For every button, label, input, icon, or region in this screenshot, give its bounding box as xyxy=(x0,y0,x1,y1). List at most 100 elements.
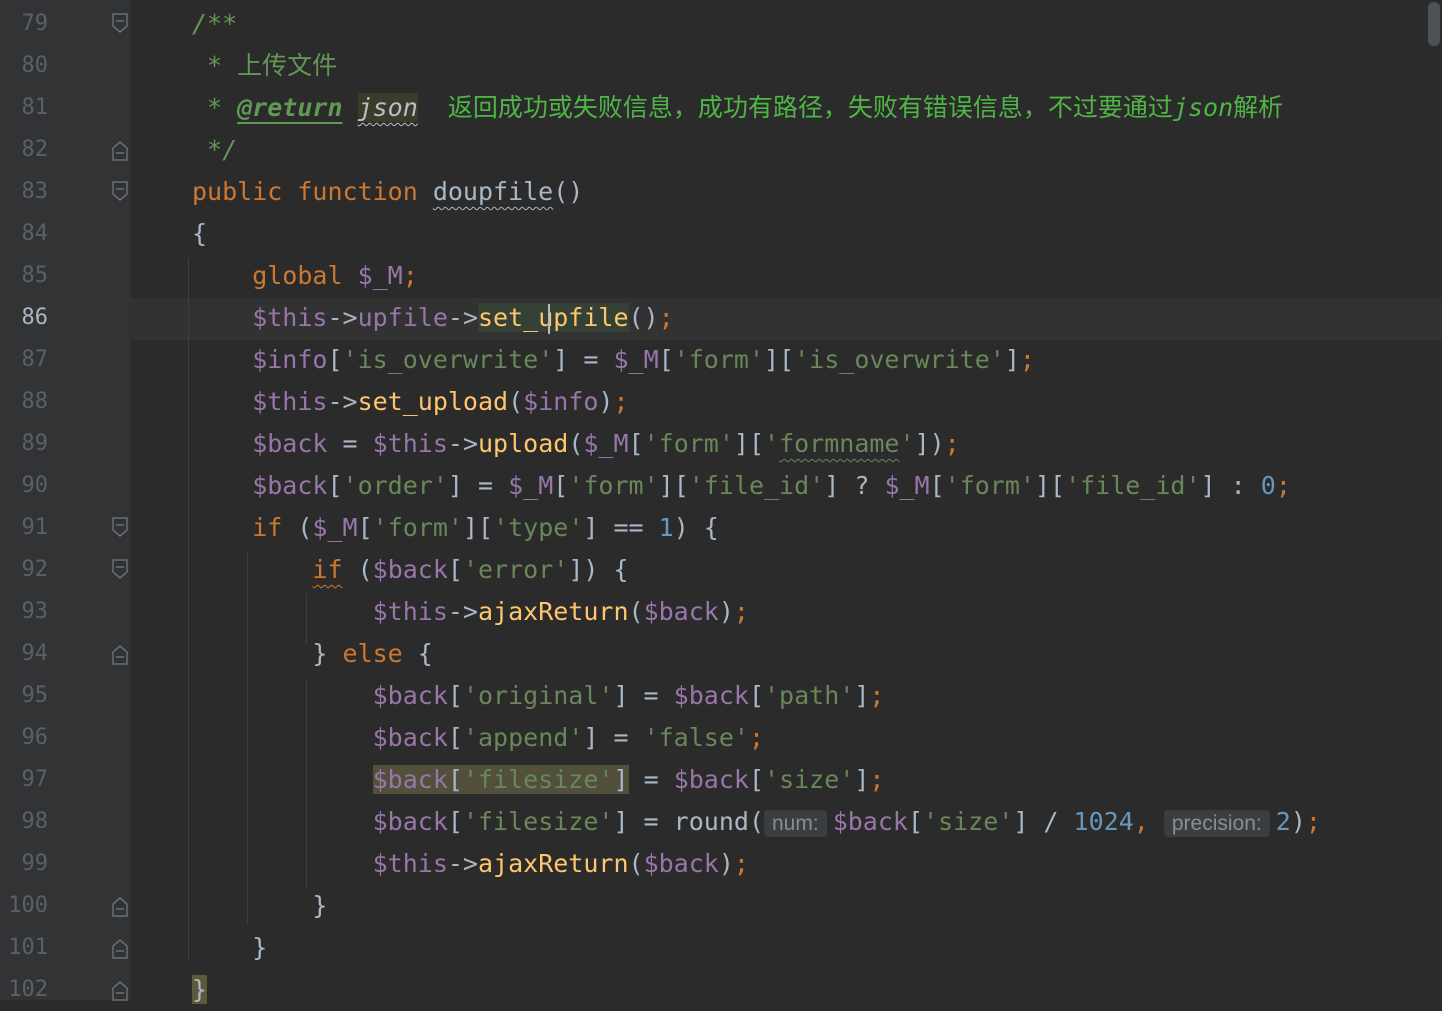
line-number[interactable]: 101 xyxy=(0,927,48,969)
code-token: ]) xyxy=(914,429,945,458)
line-number[interactable]: 84 xyxy=(0,213,49,255)
line-number[interactable]: 83 xyxy=(0,171,49,213)
code-token: -> xyxy=(447,597,478,626)
line-number[interactable]: 95 xyxy=(0,675,49,717)
code-token: ; xyxy=(658,303,674,332)
line-number[interactable]: 92 xyxy=(0,549,49,591)
line-number[interactable]: 94 xyxy=(0,633,49,675)
code-token: = xyxy=(628,765,674,794)
line-number[interactable]: 97 xyxy=(0,759,49,801)
fold-collapse-icon[interactable] xyxy=(111,180,129,204)
code-line[interactable]: $back['filesize'] = round(num: $back['siz… xyxy=(192,801,1321,843)
code-line[interactable]: $back['filesize'] = $back['size']; xyxy=(192,759,884,801)
line-number[interactable]: 99 xyxy=(0,843,49,885)
code-token: ] xyxy=(613,765,629,794)
line-number[interactable]: 86 xyxy=(0,297,49,339)
fold-end-icon[interactable] xyxy=(111,894,129,918)
line-number[interactable]: 90 xyxy=(0,465,49,507)
line-number[interactable]: 93 xyxy=(0,591,49,633)
code-token: 'filesize' xyxy=(462,765,614,794)
code-line[interactable]: $info['is_overwrite'] = $_M['form']['is_… xyxy=(192,339,1035,381)
code-line[interactable]: if ($_M['form']['type'] == 1) { xyxy=(192,507,719,549)
vertical-scrollbar-thumb[interactable] xyxy=(1428,2,1440,46)
code-token: 'form' xyxy=(944,471,1035,500)
code-editor[interactable]: 79 /** 80 * 上传文件 81 * @return json 返回成功或失败信… xyxy=(0,0,1442,1004)
code-token: if xyxy=(312,555,343,584)
code-token: ' xyxy=(899,429,915,458)
code-line[interactable]: $this->upfile->set_upfile(); xyxy=(192,297,674,339)
code-line[interactable]: */ xyxy=(192,129,237,171)
code-token: { xyxy=(192,219,208,248)
line-number[interactable]: 80 xyxy=(0,45,49,87)
code-token: } xyxy=(192,639,343,668)
code-token: 1024 xyxy=(1073,807,1134,836)
line-number[interactable]: 87 xyxy=(0,339,49,381)
parameter-hint: precision: xyxy=(1163,810,1270,837)
code-token: () xyxy=(553,177,584,206)
code-token: $this xyxy=(192,597,448,626)
code-line[interactable]: { xyxy=(192,213,207,255)
line-number[interactable]: 88 xyxy=(0,381,49,423)
code-line[interactable]: $this->ajaxReturn($back); xyxy=(192,843,749,885)
line-number[interactable]: 96 xyxy=(0,717,49,759)
line-number[interactable]: 100 xyxy=(0,885,48,927)
code-token: ajaxReturn xyxy=(477,849,629,878)
code-token: ) xyxy=(598,387,614,416)
line-number[interactable]: 89 xyxy=(0,423,49,465)
code-line[interactable]: } else { xyxy=(192,633,432,675)
code-token: ) { xyxy=(673,513,719,542)
code-line[interactable]: $back = $this->upload($_M['form']['formn… xyxy=(192,423,960,465)
code-token: [ xyxy=(748,765,765,794)
code-line[interactable]: } xyxy=(192,927,267,969)
code-line[interactable]: } xyxy=(192,969,208,1011)
code-token: ] = xyxy=(613,807,674,836)
code-token: ] == xyxy=(583,513,659,542)
fold-end-icon[interactable] xyxy=(111,936,129,960)
line-number[interactable]: 85 xyxy=(0,255,49,297)
line-number[interactable]: 91 xyxy=(0,507,49,549)
code-token: 'order' xyxy=(342,471,448,500)
code-token: set_upload xyxy=(357,387,509,416)
fold-collapse-icon[interactable] xyxy=(111,516,129,540)
code-token: $back xyxy=(192,807,448,836)
code-line[interactable]: $back['original'] = $back['path']; xyxy=(192,675,885,717)
code-line[interactable]: } xyxy=(192,885,327,927)
code-token: $back xyxy=(643,849,719,878)
code-token: ) xyxy=(718,849,734,878)
code-token: ] ? xyxy=(824,471,885,500)
code-token: $this xyxy=(192,387,328,416)
line-number[interactable]: 82 xyxy=(0,129,49,171)
code-token: ; xyxy=(1275,471,1291,500)
code-line[interactable]: /** xyxy=(192,3,237,45)
code-line[interactable]: $back['append'] = 'false'; xyxy=(192,717,764,759)
code-line[interactable]: global $_M; xyxy=(192,255,418,297)
code-line[interactable]: * 上传文件 xyxy=(192,45,337,87)
code-line[interactable]: $this->ajaxReturn($back); xyxy=(192,591,749,633)
code-line[interactable]: if ($back['error']) { xyxy=(192,549,628,591)
line-number[interactable]: 81 xyxy=(0,87,49,129)
fold-collapse-icon[interactable] xyxy=(111,558,129,582)
code-token: ' xyxy=(764,429,780,458)
code-line[interactable]: $back['order'] = $_M['form']['file_id'] … xyxy=(192,465,1291,507)
code-token: [ xyxy=(447,555,463,584)
code-token: json xyxy=(357,93,418,122)
fold-end-icon[interactable] xyxy=(111,978,129,1002)
code-token: -> xyxy=(327,303,358,332)
code-line[interactable]: * @return json 返回成功或失败信息，成功有路径，失败有错误信息，不… xyxy=(192,87,1283,129)
fold-end-icon[interactable] xyxy=(111,642,129,666)
code-line[interactable]: $this->set_upload($info); xyxy=(192,381,629,423)
line-number[interactable]: 79 xyxy=(0,3,49,45)
fold-collapse-icon[interactable] xyxy=(111,12,129,36)
code-token: ; xyxy=(613,387,629,416)
code-line[interactable]: public function doupfile() xyxy=(192,171,583,213)
code-token: upfile xyxy=(357,303,448,332)
code-token: $this xyxy=(192,303,328,332)
code-token: $_M xyxy=(312,513,358,542)
fold-end-icon[interactable] xyxy=(111,138,129,162)
code-token: , xyxy=(1133,807,1164,836)
code-token: ; xyxy=(944,429,960,458)
line-number[interactable]: 98 xyxy=(0,801,49,843)
code-token: formname xyxy=(779,429,900,458)
line-number[interactable]: 102 xyxy=(0,969,48,1011)
